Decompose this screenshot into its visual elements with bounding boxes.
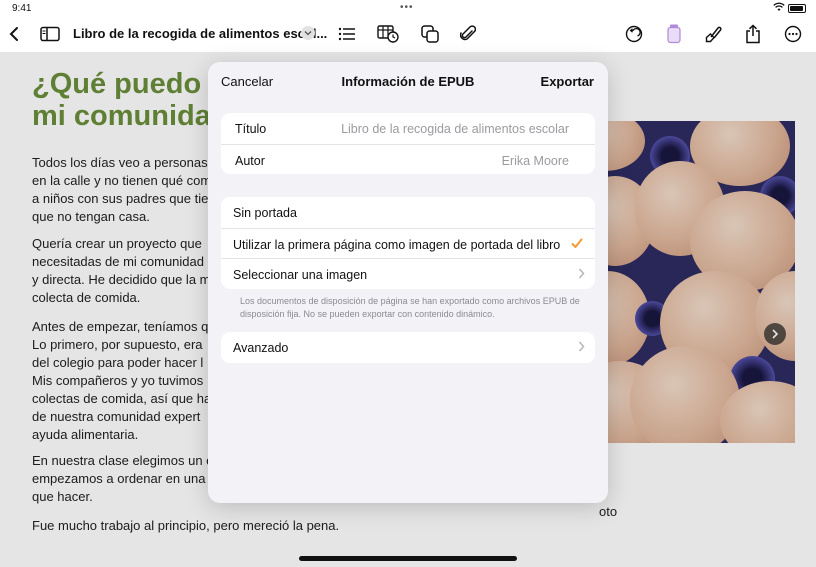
author-field-input[interactable]: Erika Moore — [502, 154, 569, 168]
document-title[interactable]: Libro de la recogida de alimentos escol.… — [73, 26, 327, 41]
more-icon[interactable] — [781, 22, 805, 46]
title-field-row[interactable]: Título Libro de la recogida de alimentos… — [221, 113, 595, 144]
paintbrush-icon[interactable] — [702, 22, 726, 46]
fixed-layout-footnote: Los documentos de disposición de página … — [240, 296, 580, 319]
list-icon[interactable] — [335, 22, 359, 46]
status-time: 9:41 — [12, 3, 32, 14]
metadata-group: Título Libro de la recogida de alimentos… — [221, 113, 595, 174]
advanced-row[interactable]: Avanzado — [221, 332, 595, 363]
author-field-row[interactable]: Autor Erika Moore — [221, 143, 595, 175]
title-chevron-down-icon[interactable] — [301, 26, 315, 40]
paperclip-icon[interactable] — [456, 22, 480, 46]
battery-icon — [788, 4, 806, 13]
advanced-label: Avanzado — [233, 341, 289, 355]
multitasking-dots-icon[interactable]: ••• — [400, 2, 414, 13]
checkmark-icon — [571, 238, 583, 252]
author-field-label: Autor — [235, 153, 265, 168]
cover-option-none[interactable]: Sin portada — [221, 197, 595, 228]
back-chevron-icon[interactable] — [2, 22, 26, 46]
shapes-icon[interactable] — [418, 22, 442, 46]
chevron-right-icon — [578, 268, 585, 282]
share-icon[interactable] — [741, 22, 765, 46]
chevron-right-icon — [578, 341, 585, 355]
cover-option-choose-image[interactable]: Seleccionar una imagen — [221, 258, 595, 289]
cover-option-label: Seleccionar una imagen — [233, 268, 368, 282]
export-button[interactable]: Exportar — [541, 74, 594, 89]
title-field-label: Título — [235, 122, 267, 136]
toolbar: Libro de la recogida de alimentos escol.… — [0, 16, 816, 52]
epub-info-sheet: Cancelar Información de EPUB Exportar Tí… — [208, 62, 608, 503]
document-format-icon[interactable] — [662, 22, 686, 46]
sidebar-icon[interactable] — [38, 22, 62, 46]
cover-option-first-page[interactable]: Utilizar la primera página como imagen d… — [221, 227, 595, 259]
status-bar: 9:41 ••• — [0, 0, 816, 16]
undo-icon[interactable] — [622, 22, 646, 46]
home-indicator[interactable] — [299, 556, 517, 561]
table-clock-icon[interactable] — [376, 22, 400, 46]
advanced-group: Avanzado — [221, 332, 595, 363]
cover-option-label: Sin portada — [233, 206, 297, 220]
cover-options-group: Sin portada Utilizar la primera página c… — [221, 197, 595, 289]
title-field-input[interactable]: Libro de la recogida de alimentos escola… — [341, 122, 569, 136]
wifi-icon — [773, 2, 785, 15]
cover-option-label: Utilizar la primera página como imagen d… — [233, 237, 561, 252]
